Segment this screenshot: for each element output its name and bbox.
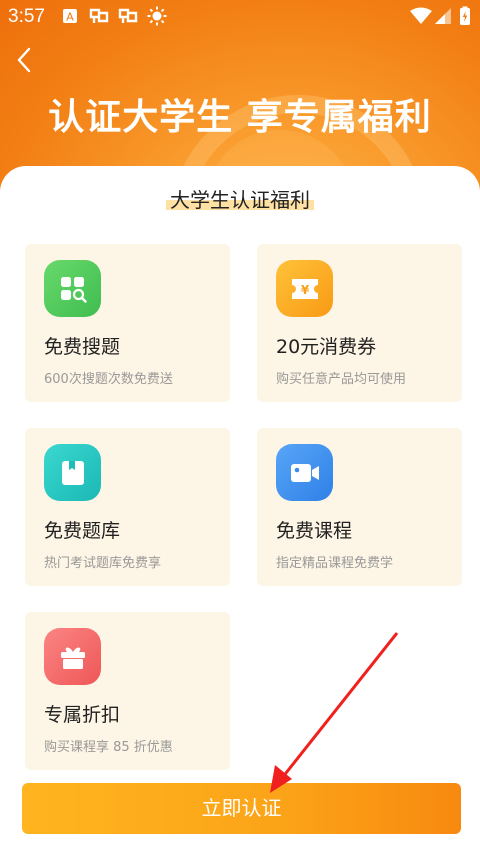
page-title: 认证大学生 享专属福利 (48, 97, 432, 138)
video-camera-icon (276, 444, 333, 501)
section-title: 大学生认证福利 (0, 184, 480, 213)
benefit-name: 免费课程 (276, 520, 353, 542)
notification-app-icon-2 (117, 7, 139, 25)
benefit-desc: 购买课程享 85 折优惠 (44, 740, 173, 755)
coupon-icon: ¥ (276, 260, 333, 317)
benefit-desc: 热门考试题库免费享 (44, 556, 162, 571)
notification-app-icon (88, 7, 110, 25)
notification-a-icon: A (62, 7, 78, 25)
section-title-text: 大学生认证福利 (166, 184, 314, 213)
svg-text:¥: ¥ (300, 283, 309, 297)
search-grid-icon (44, 260, 101, 317)
battery-icon (459, 6, 471, 25)
signal-icon (434, 7, 452, 25)
wifi-icon (409, 7, 433, 25)
back-button[interactable] (12, 45, 42, 75)
benefit-tile-discount[interactable]: 专属折扣 购买课程享 85 折优惠 (25, 612, 230, 770)
benefit-tile-question-bank[interactable]: 免费题库 热门考试题库免费享 (25, 428, 230, 586)
benefit-tile-coupon[interactable]: ¥ 20元消费券 购买任意产品均可使用 (257, 244, 462, 402)
status-bar: 3:57 A (0, 0, 480, 34)
gift-icon (44, 628, 101, 685)
benefit-tile-free-course[interactable]: 免费课程 指定精品课程免费学 (257, 428, 462, 586)
bookmark-icon (44, 444, 101, 501)
chevron-left-icon (17, 47, 31, 73)
benefit-desc: 指定精品课程免费学 (276, 556, 394, 571)
svg-text:A: A (66, 11, 74, 24)
benefit-name: 免费搜题 (44, 336, 121, 358)
status-time: 3:57 (8, 6, 45, 27)
verify-now-button[interactable]: 立即认证 (22, 783, 461, 834)
brightness-icon (147, 6, 167, 26)
benefit-name: 20元消费券 (276, 336, 377, 358)
benefit-desc: 600次搜题次数免费送 (44, 372, 173, 387)
benefit-tile-free-search[interactable]: 免费搜题 600次搜题次数免费送 (25, 244, 230, 402)
benefit-name: 免费题库 (44, 520, 121, 542)
benefit-desc: 购买任意产品均可使用 (276, 372, 407, 387)
benefit-name: 专属折扣 (44, 704, 121, 726)
